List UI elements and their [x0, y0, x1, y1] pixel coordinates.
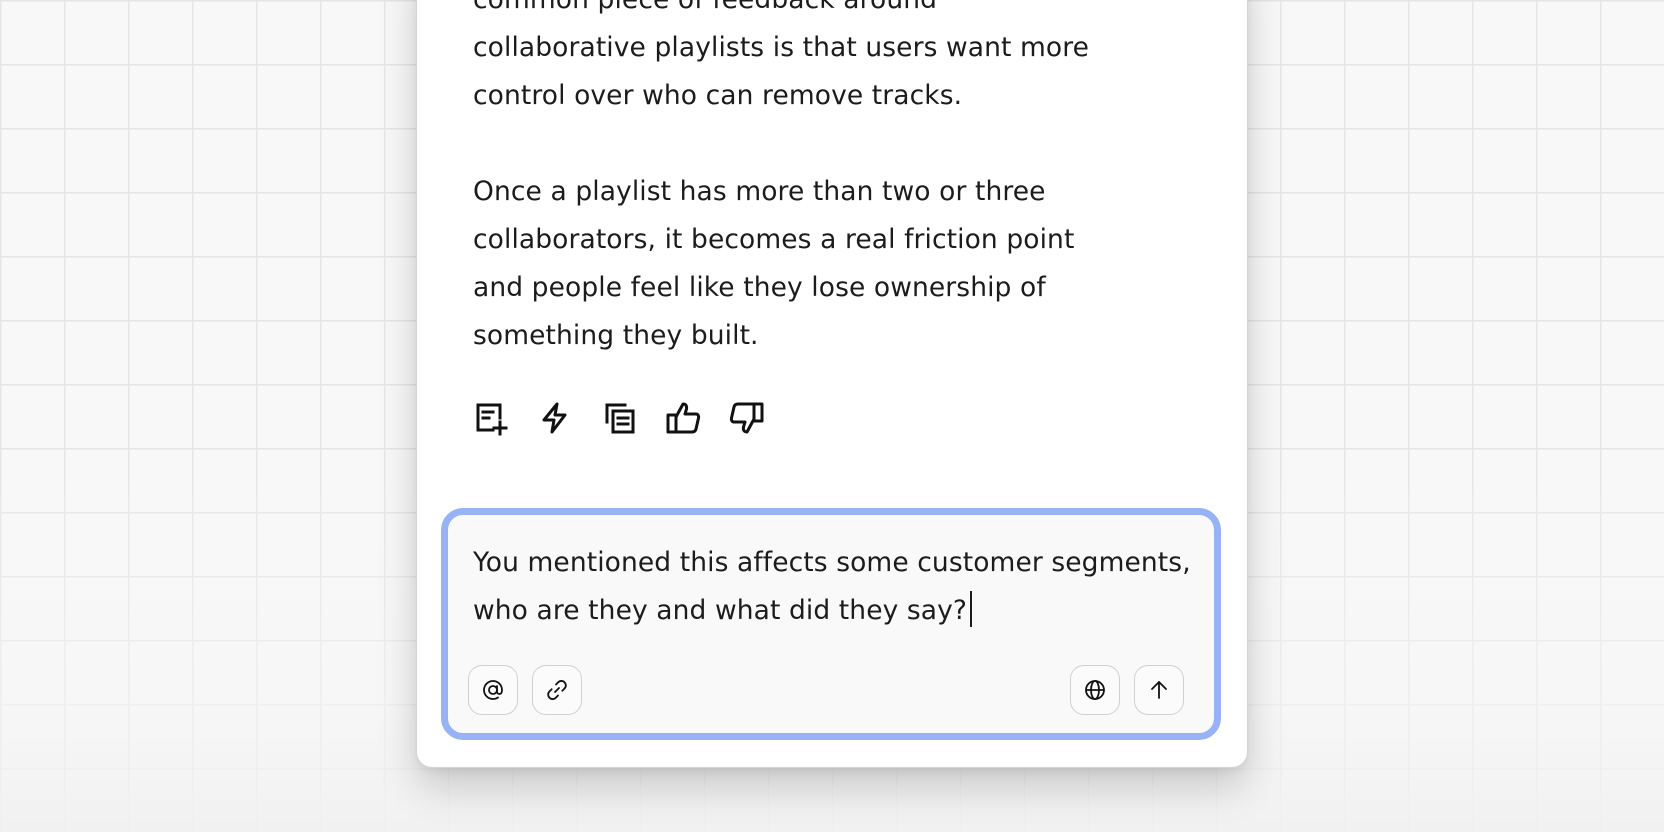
- send-button[interactable]: [1134, 665, 1184, 715]
- message-composer[interactable]: You mentioned this affects some customer…: [441, 508, 1221, 740]
- message-paragraph-2: Once a playlist has more than two or thr…: [473, 168, 1113, 360]
- message-paragraph-1: common piece of feedback around collabor…: [473, 0, 1113, 120]
- message-line: collaborators, it becomes a real frictio…: [473, 224, 1075, 255]
- globe-icon: [1085, 680, 1105, 700]
- thumbs-down-icon: [729, 402, 764, 434]
- copy-icon: [605, 403, 635, 434]
- link-icon: [547, 680, 567, 700]
- at-mention-icon: [483, 680, 503, 700]
- message-line: common piece of feedback around: [473, 0, 937, 15]
- arrow-up-icon: [1151, 681, 1167, 699]
- quick-action-button[interactable]: [537, 400, 573, 436]
- lightning-icon: [542, 402, 567, 434]
- composer-line: You mentioned this affects some customer…: [473, 547, 1191, 578]
- thumbs-down-button[interactable]: [729, 400, 765, 436]
- thumbs-up-icon: [666, 402, 701, 434]
- message-actions: [473, 400, 765, 436]
- thumbs-up-button[interactable]: [665, 400, 701, 436]
- text-caret: [970, 591, 973, 627]
- copy-button[interactable]: [601, 400, 637, 436]
- chat-panel: common piece of feedback around collabor…: [416, 0, 1248, 768]
- add-note-icon: [476, 403, 508, 436]
- message-line: Once a playlist has more than two or thr…: [473, 176, 1046, 207]
- message-line: and people feel like they lose ownership…: [473, 272, 1046, 303]
- attach-link-button[interactable]: [532, 665, 582, 715]
- add-note-button[interactable]: [473, 400, 509, 436]
- composer-line: who are they and what did they say?: [473, 595, 968, 626]
- mention-button[interactable]: [468, 665, 518, 715]
- message-line: control over who can remove tracks.: [473, 80, 963, 111]
- message-line: collaborative playlists is that users wa…: [473, 32, 1090, 63]
- web-search-button[interactable]: [1070, 665, 1120, 715]
- message-line: something they built.: [473, 320, 759, 351]
- composer-input[interactable]: You mentioned this affects some customer…: [473, 539, 1213, 635]
